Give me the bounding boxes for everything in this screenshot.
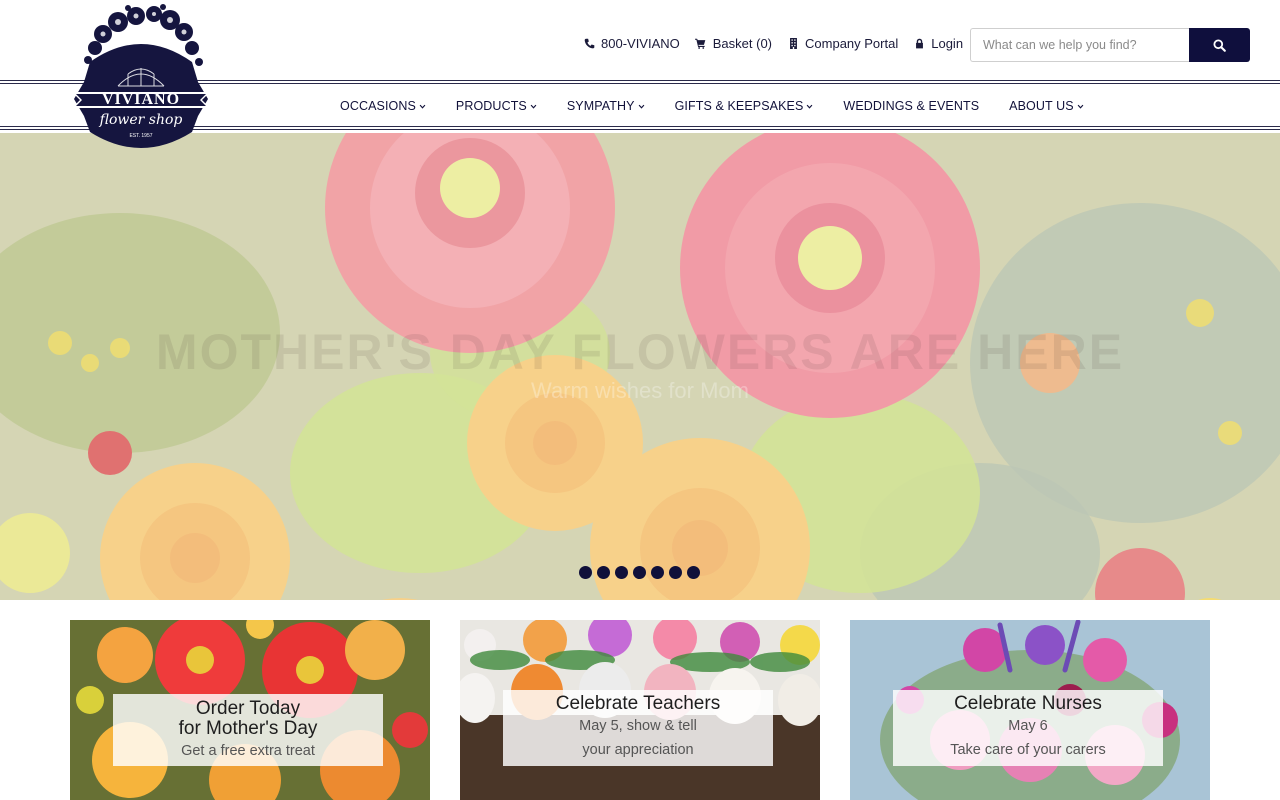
promo-card-nurses[interactable]: Celebrate Nurses May 6 Take care of your…	[850, 620, 1210, 800]
carousel-dots	[579, 566, 705, 579]
basket-label: Basket (0)	[712, 36, 773, 51]
nav-weddings-events[interactable]: WEDDINGS & EVENTS	[843, 99, 979, 113]
card-title-line2: for Mother's Day	[178, 718, 318, 739]
carousel-dot-1[interactable]	[579, 566, 592, 579]
logo-script: flower shop	[99, 112, 183, 128]
hero-subline: Warm wishes for Mom	[531, 378, 749, 403]
carousel-dot-4[interactable]	[633, 566, 646, 579]
building-icon	[786, 37, 800, 51]
chevron-down-icon	[530, 103, 537, 110]
main-nav: OCCASIONS PRODUCTS SYMPATHY GIFTS & KEEP…	[340, 80, 1114, 132]
search-input[interactable]	[970, 28, 1190, 62]
card-subtitle-line2: your appreciation	[582, 742, 694, 758]
login-label: Login	[931, 36, 964, 51]
card-caption: Celebrate Teachers May 5, show & tell yo…	[503, 690, 773, 766]
nav-occasions-label: OCCASIONS	[340, 99, 416, 113]
search-bar	[970, 28, 1250, 62]
card-title-line1: Celebrate Nurses	[954, 693, 1102, 714]
nav-about-us[interactable]: ABOUT US	[1009, 99, 1084, 113]
phone-icon	[582, 37, 596, 51]
chevron-down-icon	[1077, 103, 1084, 110]
search-icon	[1213, 38, 1226, 52]
company-portal-label: Company Portal	[805, 36, 899, 51]
logo-name: VIVIANO	[102, 91, 180, 108]
company-portal-link[interactable]: Company Portal	[786, 36, 898, 51]
carousel-dot-2[interactable]	[597, 566, 610, 579]
nav-sympathy-label: SYMPATHY	[566, 99, 635, 113]
hero-headline: MOTHER'S DAY FLOWERS ARE HERE	[155, 324, 1125, 380]
lock-icon	[912, 37, 926, 51]
search-button[interactable]	[1189, 28, 1250, 62]
card-caption: Celebrate Nurses May 6 Take care of your…	[893, 690, 1163, 766]
nav-gifts-label: GIFTS & KEEPSAKES	[674, 99, 804, 113]
cart-icon	[694, 37, 708, 51]
chevron-down-icon	[806, 103, 813, 110]
utility-links: 800-VIVIANO Basket (0) Company Portal Lo…	[582, 36, 977, 51]
basket-link[interactable]: Basket (0)	[694, 36, 772, 51]
nav-products[interactable]: PRODUCTS	[456, 99, 537, 113]
chevron-down-icon	[638, 103, 645, 110]
login-link[interactable]: Login	[912, 36, 963, 51]
phone-label: 800-VIVIANO	[601, 36, 680, 51]
promo-card-mothers-day[interactable]: Order Today for Mother's Day Get a free …	[70, 620, 430, 800]
card-caption: Order Today for Mother's Day Get a free …	[113, 694, 383, 766]
promo-card-teachers[interactable]: Celebrate Teachers May 5, show & tell yo…	[460, 620, 820, 800]
card-title-line1: Order Today	[195, 698, 301, 719]
chevron-down-icon	[419, 103, 426, 110]
carousel-dot-6[interactable]	[669, 566, 682, 579]
nav-sympathy[interactable]: SYMPATHY	[567, 99, 645, 113]
nav-occasions[interactable]: OCCASIONS	[340, 99, 426, 113]
carousel-dot-5[interactable]	[651, 566, 664, 579]
logo-est: EST. 1957	[129, 133, 152, 139]
card-subtitle-line1: May 5, show & tell	[579, 718, 697, 734]
phone-link[interactable]: 800-VIVIANO	[582, 36, 680, 51]
nav-products-label: PRODUCTS	[455, 99, 527, 113]
hero-carousel[interactable]: MOTHER'S DAY FLOWERS ARE HERE Warm wishe…	[0, 133, 1280, 600]
nav-about-label: ABOUT US	[1009, 99, 1074, 113]
card-title-line1: Celebrate Teachers	[555, 693, 721, 714]
carousel-dot-3[interactable]	[615, 566, 628, 579]
brand-logo[interactable]: VIVIANO flower shop EST. 1957	[68, 4, 214, 160]
card-subtitle: Get a free extra treat	[181, 743, 315, 759]
card-subtitle-line1: May 6	[1008, 718, 1048, 734]
carousel-dot-7[interactable]	[687, 566, 700, 579]
nav-weddings-label: WEDDINGS & EVENTS	[843, 99, 980, 113]
nav-gifts-keepsakes[interactable]: GIFTS & KEEPSAKES	[675, 99, 814, 113]
card-subtitle-line2: Take care of your carers	[950, 742, 1106, 758]
